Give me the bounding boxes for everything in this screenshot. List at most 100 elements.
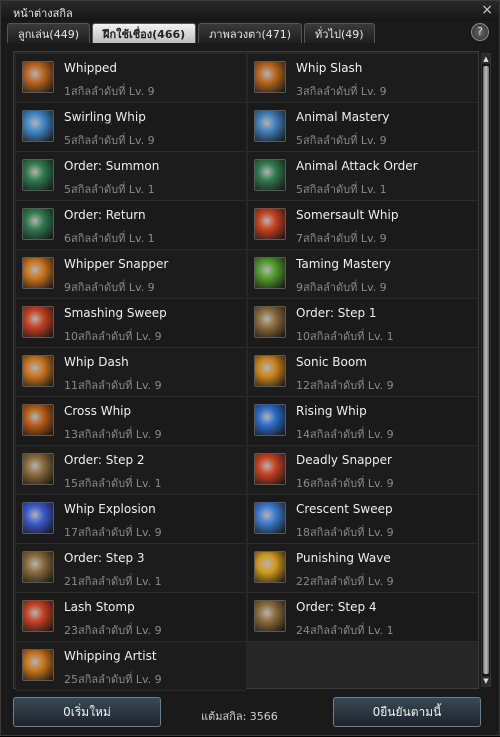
skill-name: Smashing Sweep [64, 306, 167, 320]
skill-name: Whipper Snapper [64, 257, 169, 271]
crescent-icon[interactable] [254, 502, 286, 534]
skill-column-right: Whip Slash 3สกิลลำดับที่ Lv. 9 Animal Mast… [248, 54, 478, 642]
skill-column-left: Whipped 1สกิลลำดับที่ Lv. 9 Swirling Whip 5… [16, 54, 246, 691]
help-icon[interactable]: ? [471, 23, 489, 41]
snap-icon[interactable] [254, 453, 286, 485]
scroll-up-icon[interactable]: ▲ [482, 54, 490, 64]
skill-item[interactable]: Order: Step 1 10สกิลลำดับที่ Lv. 1 [248, 299, 478, 348]
cannon-icon[interactable] [22, 453, 54, 485]
skill-item[interactable]: Order: Return 6สกิลลำดับที่ Lv. 1 [16, 201, 246, 250]
skill-item[interactable]: Order: Step 3 21สกิลลำดับที่ Lv. 1 [16, 544, 246, 593]
skill-name: Animal Attack Order [296, 159, 418, 173]
skill-item[interactable]: Lash Stomp 23สกิลลำดับที่ Lv. 9 [16, 593, 246, 642]
whistle-icon[interactable] [254, 159, 286, 191]
spiral-icon[interactable] [22, 649, 54, 681]
skill-name: Order: Step 3 [64, 551, 145, 565]
brain-icon[interactable] [254, 110, 286, 142]
boom-icon[interactable] [254, 355, 286, 387]
wave-icon[interactable] [254, 551, 286, 583]
whip-coil-icon[interactable] [22, 61, 54, 93]
cannon-icon[interactable] [22, 551, 54, 583]
skill-name: Order: Step 1 [296, 306, 377, 320]
skill-item[interactable]: Deadly Snapper 16สกิลลำดับที่ Lv. 9 [248, 446, 478, 495]
tab-label: ภาพลวงตา(471) [209, 27, 292, 41]
scroll-thumb[interactable] [483, 66, 489, 674]
cross-icon[interactable] [22, 404, 54, 436]
skill-level: 12สกิลลำดับที่ Lv. 9 [296, 379, 394, 392]
footer: 0เริ่มใหม่ แต้มสกิล: 3566 0ยืนยันตามนี้ [1, 693, 499, 737]
close-icon[interactable]: × [481, 2, 493, 18]
skill-level: 11สกิลลำดับที่ Lv. 9 [64, 379, 162, 392]
skill-level: 5สกิลลำดับที่ Lv. 1 [296, 183, 387, 196]
skill-item[interactable]: Swirling Whip 5สกิลลำดับที่ Lv. 9 [16, 103, 246, 152]
skill-window: หน้าต่างสกิล × ลูกเล่น(449) ฝึกใช้เชื่อง… [0, 0, 500, 736]
skill-item[interactable]: Order: Step 2 15สกิลลำดับที่ Lv. 1 [16, 446, 246, 495]
skill-name: Taming Mastery [296, 257, 391, 271]
skill-name: Order: Summon [64, 159, 160, 173]
skill-name: Deadly Snapper [296, 453, 392, 467]
dash-icon[interactable] [22, 355, 54, 387]
whistle-icon[interactable] [22, 208, 54, 240]
sweep-icon[interactable] [22, 306, 54, 338]
skill-item[interactable]: Whipper Snapper 9สกิลลำดับที่ Lv. 9 [16, 250, 246, 299]
skill-item[interactable]: Taming Mastery 9สกิลลำดับที่ Lv. 9 [248, 250, 478, 299]
window-title: หน้าต่างสกิล [13, 7, 73, 20]
skill-level: 22สกิลลำดับที่ Lv. 9 [296, 575, 394, 588]
skill-level: 14สกิลลำดับที่ Lv. 9 [296, 428, 394, 441]
skill-name: Lash Stomp [64, 600, 135, 614]
scrollbar[interactable]: ▲ ▼ [481, 53, 491, 687]
skill-item[interactable]: Smashing Sweep 10สกิลลำดับที่ Lv. 9 [16, 299, 246, 348]
reset-button[interactable]: 0เริ่มใหม่ [13, 697, 161, 727]
skill-item[interactable]: Somersault Whip 7สกิลลำดับที่ Lv. 9 [248, 201, 478, 250]
skill-name: Whip Dash [64, 355, 129, 369]
skill-name: Crescent Sweep [296, 502, 393, 516]
tab-illusion[interactable]: ภาพลวงตา(471) [198, 23, 303, 43]
whistle-icon[interactable] [22, 159, 54, 191]
tornado-icon[interactable] [22, 110, 54, 142]
skill-level: 5สกิลลำดับที่ Lv. 9 [296, 134, 387, 147]
tab-tricks[interactable]: ลูกเล่น(449) [7, 23, 90, 43]
skill-item[interactable]: Order: Step 4 24สกิลลำดับที่ Lv. 1 [248, 593, 478, 642]
skill-name: Rising Whip [296, 404, 367, 418]
lash-icon[interactable] [22, 600, 54, 632]
slash-icon[interactable] [22, 257, 54, 289]
skill-level: 9สกิลลำดับที่ Lv. 9 [64, 281, 155, 294]
confirm-button[interactable]: 0ยืนยันตามนี้ [333, 697, 481, 727]
explosion-icon[interactable] [22, 502, 54, 534]
skill-item[interactable]: Whip Explosion 17สกิลลำดับที่ Lv. 9 [16, 495, 246, 544]
skill-item[interactable]: Whipped 1สกิลลำดับที่ Lv. 9 [16, 54, 246, 103]
scroll-down-icon[interactable]: ▼ [482, 676, 490, 686]
skill-name: Cross Whip [64, 404, 132, 418]
skill-name: Whipping Artist [64, 649, 157, 663]
cannon-icon[interactable] [254, 306, 286, 338]
flip-icon[interactable] [254, 208, 286, 240]
skill-item[interactable]: Order: Summon 5สกิลลำดับที่ Lv. 1 [16, 152, 246, 201]
skill-item[interactable]: Crescent Sweep 18สกิลลำดับที่ Lv. 9 [248, 495, 478, 544]
arrows-up-icon[interactable] [254, 257, 286, 289]
skill-item[interactable]: Cross Whip 13สกิลลำดับที่ Lv. 9 [16, 397, 246, 446]
skill-level: 13สกิลลำดับที่ Lv. 9 [64, 428, 162, 441]
skill-name: Whip Explosion [64, 502, 156, 516]
skill-level: 7สกิลลำดับที่ Lv. 9 [296, 232, 387, 245]
skill-item[interactable]: Sonic Boom 12สกิลลำดับที่ Lv. 9 [248, 348, 478, 397]
tab-label: ลูกเล่น(449) [18, 27, 79, 41]
arc-icon[interactable] [254, 404, 286, 436]
skill-item[interactable]: Animal Attack Order 5สกิลลำดับที่ Lv. 1 [248, 152, 478, 201]
skill-item[interactable]: Punishing Wave 22สกิลลำดับที่ Lv. 9 [248, 544, 478, 593]
skill-level: 25สกิลลำดับที่ Lv. 9 [64, 673, 162, 686]
skill-list-panel: Whipped 1สกิลลำดับที่ Lv. 9 Swirling Whip 5… [13, 51, 479, 691]
skill-item[interactable]: Whip Slash 3สกิลลำดับที่ Lv. 9 [248, 54, 478, 103]
cannon-icon[interactable] [254, 600, 286, 632]
skill-level: 16สกิลลำดับที่ Lv. 9 [296, 477, 394, 490]
skill-item[interactable]: Whip Dash 11สกิลลำดับที่ Lv. 9 [16, 348, 246, 397]
skill-level: 5สกิลลำดับที่ Lv. 9 [64, 134, 155, 147]
skill-name: Somersault Whip [296, 208, 399, 222]
whip-coil-icon[interactable] [254, 61, 286, 93]
tab-taming[interactable]: ฝึกใช้เชื่อง(466) [92, 23, 197, 43]
title-bar[interactable]: หน้าต่างสกิล × [1, 1, 499, 21]
skill-item[interactable]: Animal Mastery 5สกิลลำดับที่ Lv. 9 [248, 103, 478, 152]
skill-item[interactable]: Whipping Artist 25สกิลลำดับที่ Lv. 9 [16, 642, 246, 691]
skill-level: 3สกิลลำดับที่ Lv. 9 [296, 85, 387, 98]
skill-item[interactable]: Rising Whip 14สกิลลำดับที่ Lv. 9 [248, 397, 478, 446]
tab-general[interactable]: ทั่วไป(49) [304, 23, 375, 43]
